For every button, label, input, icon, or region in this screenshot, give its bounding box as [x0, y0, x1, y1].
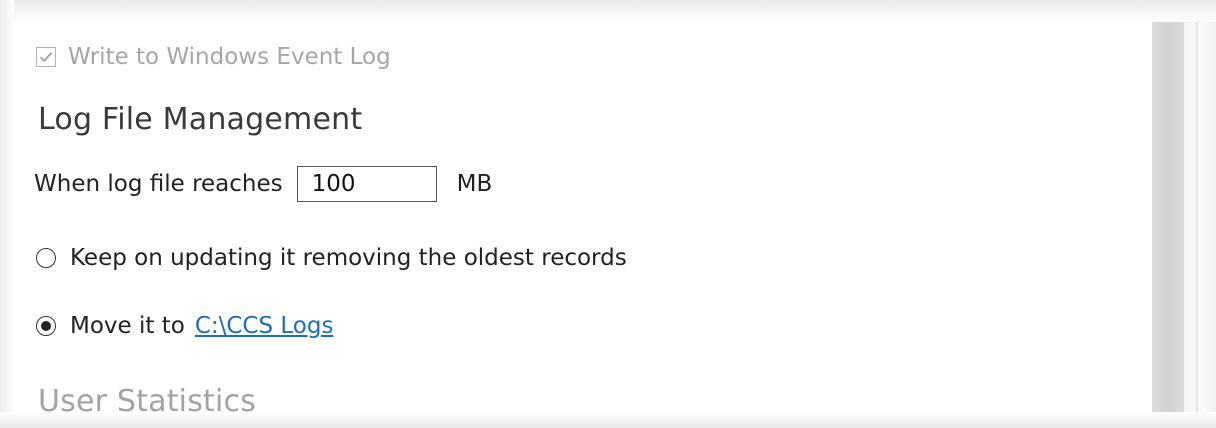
event-log-checkbox-row[interactable]: Write to Windows Event Log: [36, 40, 391, 74]
check-icon: [39, 52, 53, 63]
log-size-value: 100: [311, 171, 356, 197]
log-size-unit: MB: [456, 171, 493, 197]
settings-panel: [14, 22, 1152, 414]
screenshot-frame-left: [0, 0, 14, 428]
log-size-input[interactable]: 100: [296, 166, 437, 202]
log-folder-link[interactable]: C:\CCS Logs: [195, 313, 334, 339]
screenshot-frame-top: [0, 0, 1216, 24]
log-size-row: When log file reaches 100 MB: [34, 164, 492, 204]
radio-dot: [41, 321, 51, 331]
user-statistics-title: User Statistics: [38, 384, 257, 419]
event-log-checkbox[interactable]: [36, 47, 56, 67]
radio-unselected-icon[interactable]: [36, 248, 56, 268]
panel-divider: [1196, 22, 1198, 414]
radio-selected-icon[interactable]: [36, 316, 56, 336]
keep-updating-label: Keep on updating it removing the oldest …: [70, 245, 627, 271]
log-size-label: When log file reaches: [34, 171, 283, 197]
event-log-label: Write to Windows Event Log: [68, 44, 391, 70]
move-log-label: Move it to: [70, 313, 185, 339]
scrollbar[interactable]: [1152, 22, 1184, 414]
keep-updating-option[interactable]: Keep on updating it removing the oldest …: [36, 240, 627, 276]
move-log-option[interactable]: Move it to C:\CCS Logs: [36, 308, 333, 344]
scroll-track: [1184, 22, 1216, 414]
log-file-management-title: Log File Management: [38, 102, 363, 137]
